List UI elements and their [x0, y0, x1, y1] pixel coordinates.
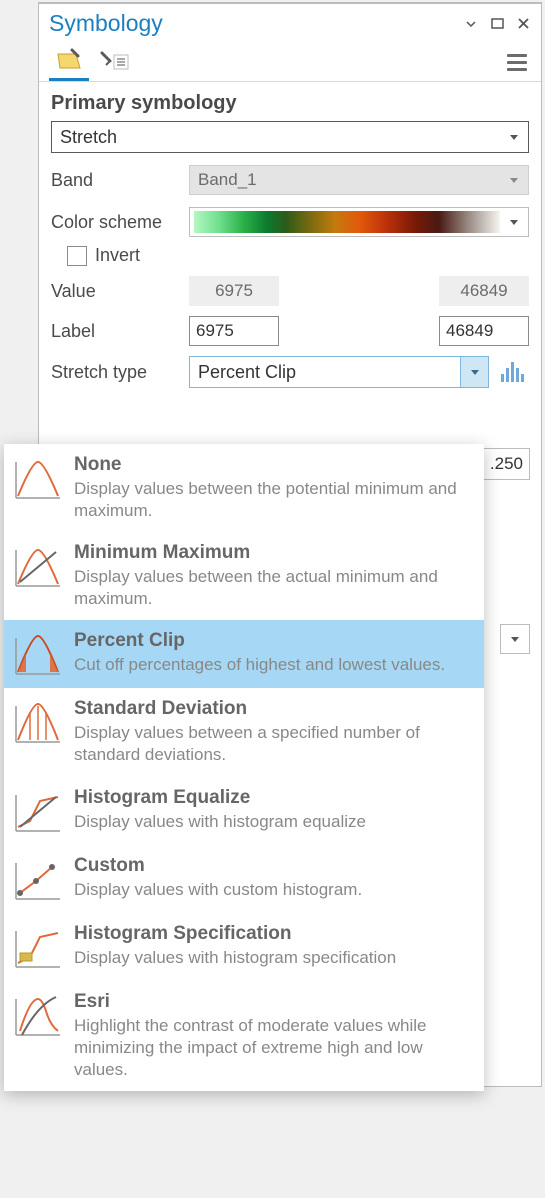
stretch-option-histspec[interactable]: Histogram Specification Display values w… [4, 913, 484, 981]
dd-desc: Display values with histogram equalize [74, 811, 472, 833]
curve-custom-icon [12, 855, 64, 903]
dd-title: None [74, 454, 472, 476]
dd-desc: Cut off percentages of highest and lowes… [74, 654, 472, 676]
pane-header: Symbology [39, 4, 541, 37]
dd-title: Minimum Maximum [74, 542, 472, 564]
tabs-row [39, 37, 541, 82]
stretch-type-dropdown: None Display values between the potentia… [4, 444, 484, 1091]
dd-title: Histogram Specification [74, 923, 472, 945]
dd-title: Standard Deviation [74, 698, 472, 720]
dd-desc: Display values with custom histogram. [74, 879, 472, 901]
color-scheme-row: Color scheme [51, 207, 529, 237]
stretch-option-percentclip[interactable]: Percent Clip Cut off percentages of high… [4, 620, 484, 688]
stretch-option-minmax[interactable]: Minimum Maximum Display values between t… [4, 532, 484, 620]
dd-desc: Display values between the potential min… [74, 478, 472, 522]
menu-button[interactable] [503, 48, 531, 76]
value-min: 6975 [189, 276, 279, 306]
tab-advanced-options[interactable] [95, 43, 135, 81]
dd-text: Esri Highlight the contrast of moderate … [74, 991, 472, 1081]
dd-desc: Highlight the contrast of moderate value… [74, 1015, 472, 1081]
dd-desc: Display values between a specified numbe… [74, 722, 472, 766]
dd-title: Custom [74, 855, 472, 877]
dd-title: Esri [74, 991, 472, 1013]
dd-text: Histogram Specification Display values w… [74, 923, 472, 969]
close-button[interactable] [513, 14, 533, 34]
value-row: Value 6975 46849 [51, 276, 529, 306]
hidden-select[interactable] [500, 624, 530, 654]
invert-row: Invert [51, 245, 529, 266]
pane-title: Symbology [49, 10, 455, 37]
dd-text: Percent Clip Cut off percentages of high… [74, 630, 472, 676]
curve-minmax-icon [12, 542, 64, 590]
label-label: Label [51, 321, 189, 342]
symbology-type-select[interactable]: Stretch [51, 121, 529, 153]
symbology-type-value: Stretch [60, 127, 117, 148]
color-ramp-preview [194, 211, 500, 233]
label-row: Label 6975 46849 [51, 316, 529, 346]
histogram-button[interactable] [495, 356, 529, 388]
dd-desc: Display values with histogram specificat… [74, 947, 472, 969]
dd-title: Histogram Equalize [74, 787, 472, 809]
curve-none-icon [12, 454, 64, 502]
label-min-input[interactable]: 6975 [189, 316, 279, 346]
value-max: 46849 [439, 276, 529, 306]
stretch-type-label: Stretch type [51, 362, 189, 383]
autohide-button[interactable] [461, 14, 481, 34]
dd-text: Histogram Equalize Display values with h… [74, 787, 472, 833]
dd-title: Percent Clip [74, 630, 472, 652]
stretch-type-select[interactable]: Percent Clip [189, 356, 489, 388]
curve-stddev-icon [12, 698, 64, 746]
dd-text: Custom Display values with custom histog… [74, 855, 472, 901]
stretch-type-dropdown-button[interactable] [460, 357, 488, 387]
stretch-option-none[interactable]: None Display values between the potentia… [4, 444, 484, 532]
band-value: Band_1 [198, 170, 257, 190]
stretch-type-value: Percent Clip [190, 362, 460, 383]
value-label: Value [51, 281, 189, 302]
stretch-option-custom[interactable]: Custom Display values with custom histog… [4, 845, 484, 913]
maximize-button[interactable] [487, 14, 507, 34]
curve-esri-icon [12, 991, 64, 1039]
dd-desc: Display values between the actual minimu… [74, 566, 472, 610]
stretch-option-esri[interactable]: Esri Highlight the contrast of moderate … [4, 981, 484, 1091]
dd-text: None Display values between the potentia… [74, 454, 472, 522]
clip-max-value: .250 [490, 454, 523, 474]
brush-note-icon [54, 48, 84, 74]
label-max-input[interactable]: 46849 [439, 316, 529, 346]
dd-text: Minimum Maximum Display values between t… [74, 542, 472, 610]
curve-histspec-icon [12, 923, 64, 971]
stretch-option-histeq[interactable]: Histogram Equalize Display values with h… [4, 777, 484, 845]
invert-checkbox[interactable] [67, 246, 87, 266]
tab-primary-symbology[interactable] [49, 43, 89, 81]
color-scheme-select[interactable] [189, 207, 529, 237]
color-scheme-label: Color scheme [51, 212, 189, 233]
band-row: Band Band_1 [51, 165, 529, 195]
curve-histeq-icon [12, 787, 64, 835]
invert-label: Invert [95, 245, 140, 266]
band-select[interactable]: Band_1 [189, 165, 529, 195]
curve-percentclip-icon [12, 630, 64, 678]
stretch-type-row: Stretch type Percent Clip [51, 356, 529, 388]
brush-list-icon [100, 49, 130, 75]
stretch-option-stddev[interactable]: Standard Deviation Display values betwee… [4, 688, 484, 776]
primary-symbology-title: Primary symbology [51, 92, 529, 115]
dd-text: Standard Deviation Display values betwee… [74, 698, 472, 766]
band-label: Band [51, 170, 189, 191]
